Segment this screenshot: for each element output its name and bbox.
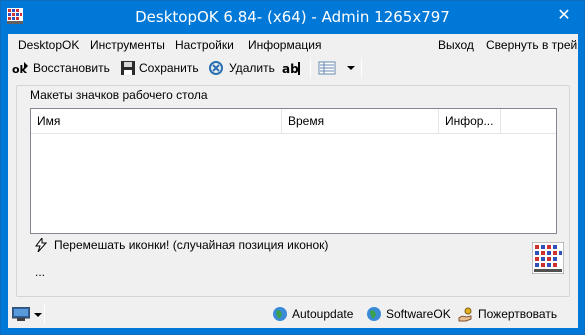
toolbar-separator — [361, 59, 362, 77]
toolbar: ok Восстановить Сохранить Удалить ab — [8, 56, 578, 80]
rename-button[interactable]: ab — [282, 58, 305, 78]
globe-icon — [367, 307, 381, 321]
save-label: Сохранить — [139, 61, 199, 75]
menu-settings[interactable]: Настройки — [175, 38, 234, 52]
delete-label: Удалить — [229, 61, 275, 75]
dropdown-arrow-icon — [347, 66, 355, 70]
client-area: DesktopOK Инструменты Настройки Информац… — [8, 34, 578, 328]
desktopok-logo-icon[interactable] — [532, 242, 564, 274]
layouts-group-label: Макеты значков рабочего стола — [28, 88, 210, 102]
autoupdate-label: Autoupdate — [292, 307, 354, 321]
title-bar[interactable]: DesktopOK 6.84- (x64) - Admin 1265x797 ✕ — [1, 1, 584, 34]
app-logo-icon[interactable] — [7, 8, 23, 24]
autoupdate-link[interactable]: Autoupdate — [272, 305, 353, 323]
menu-info[interactable]: Информация — [248, 38, 321, 52]
statusbar-separator — [44, 304, 45, 324]
donate-label: Пожертвовать — [478, 307, 558, 321]
shuffle-icons-link[interactable]: Перемешать иконки! (случайная позиция ик… — [34, 238, 328, 252]
menu-exit[interactable]: Выход — [438, 38, 474, 52]
menu-desktopok[interactable]: DesktopOK — [18, 38, 79, 52]
monitor-icon — [12, 307, 30, 321]
shuffle-icons-label: Перемешать иконки! (случайная позиция ик… — [54, 238, 329, 252]
status-bar: Autoupdate SoftwareOK Пожертвовать — [8, 300, 578, 328]
restore-icon: ok — [12, 62, 28, 76]
donate-link[interactable]: Пожертвовать — [458, 305, 557, 323]
column-name[interactable]: Имя — [31, 109, 282, 134]
delete-button[interactable]: Удалить — [208, 58, 275, 78]
globe-icon — [273, 307, 287, 321]
menu-tools[interactable]: Инструменты — [90, 38, 165, 52]
desktop-menu-button[interactable] — [12, 305, 46, 323]
restore-label: Восстановить — [33, 61, 110, 75]
softwareok-label: SoftwareOK — [386, 307, 451, 321]
toolbar-separator — [310, 59, 311, 77]
delete-icon — [209, 61, 223, 75]
list-header: Имя Время Инфор... — [31, 109, 556, 134]
ellipsis-text: ... — [35, 265, 46, 279]
column-time[interactable]: Время — [282, 109, 439, 134]
window-title: DesktopOK 6.84- (x64) - Admin 1265x797 — [135, 8, 450, 26]
view-dropdown-button[interactable] — [346, 58, 359, 78]
donate-hand-icon — [458, 307, 472, 322]
list-view-icon — [318, 61, 336, 75]
svg-text:ab: ab — [282, 62, 299, 76]
close-button[interactable]: ✕ — [550, 5, 578, 27]
floppy-disk-icon — [121, 61, 135, 75]
rename-icon: ab — [282, 62, 300, 76]
softwareok-link[interactable]: SoftwareOK — [366, 305, 451, 323]
layouts-list[interactable]: Имя Время Инфор... — [30, 108, 557, 234]
column-info[interactable]: Инфор... — [439, 109, 501, 134]
app-window: DesktopOK 6.84- (x64) - Admin 1265x797 ✕… — [0, 0, 585, 335]
save-button[interactable]: Сохранить — [120, 58, 199, 78]
menu-minimize-to-tray[interactable]: Свернуть в трей — [486, 38, 577, 52]
restore-button[interactable]: ok Восстановить — [12, 58, 110, 78]
dropdown-arrow-icon — [34, 313, 42, 317]
view-button[interactable] — [318, 58, 339, 78]
menu-bar: DesktopOK Инструменты Настройки Информац… — [8, 34, 578, 56]
lightning-icon — [35, 238, 48, 252]
